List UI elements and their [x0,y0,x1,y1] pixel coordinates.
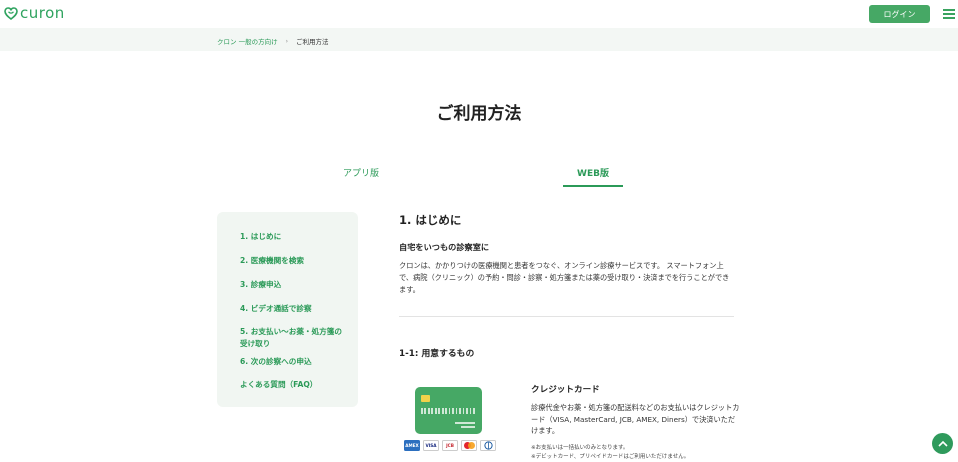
tab-web-version[interactable]: WEB版 [563,166,623,191]
card-line [455,422,475,424]
credit-card-illustration [415,387,482,434]
sidebar-item-next-visit[interactable]: 6. 次の診察への申込 [240,356,345,368]
payment-note-lump-sum: ※お支払いは一括払いのみとなります。 [531,445,629,451]
card-number-digits [421,408,475,414]
sidebar-item-apply[interactable]: 3. 診療申込 [240,279,345,291]
section2-title: 1-1: 用意するもの [399,349,475,359]
curon-logo[interactable]: curon [4,4,65,22]
section-subtitle: 自宅をいつもの診察室に [399,242,490,252]
heart-logo-icon [4,6,18,20]
breadcrumb-bar: クロン 一般の方向け › ご利用方法 [0,28,958,51]
diners-logo [480,440,496,451]
login-button[interactable]: ログイン [869,5,930,23]
sidebar-item-introduction[interactable]: 1. はじめに [240,231,345,243]
hamburger-menu-icon[interactable] [943,9,955,19]
breadcrumb: クロン 一般の方向け › ご利用方法 [217,36,329,47]
page-title: ご利用方法 [436,104,522,124]
credit-card-description: 診療代金やお薬・処方箋の配送料などのお支払いはクレジットカード（VISA, Ma… [531,403,740,435]
mastercard-logo [461,440,477,451]
amex-logo: AMEX [404,440,420,451]
payment-note-debit: ※デビットカード、プリペイドカードはご利用いただけません。 [531,454,690,460]
scroll-to-top-button[interactable] [932,433,953,454]
breadcrumb-link-home[interactable]: クロン 一般の方向け [217,36,278,46]
jcb-logo: JCB [442,440,458,451]
active-tab-underline [563,185,623,187]
sidebar-item-faq[interactable]: よくある質問（FAQ） [240,379,345,391]
intro-paragraph: クロンは、かかりつけの医療機関と患者をつなぐ、オンライン診療サービスです。 スマ… [399,261,730,294]
sidebar-item-video-call[interactable]: 4. ビデオ通話で診察 [240,303,345,315]
breadcrumb-current: ご利用方法 [295,38,329,46]
section-sidebar: 1. はじめに 2. 医療機関を検索 3. 診療申込 4. ビデオ通話で診察 5… [217,212,358,407]
section-divider [399,316,734,317]
tab-app-version[interactable]: アプリ版 [320,166,402,179]
site-header: curon ログイン [0,0,958,28]
logo-text: curon [20,4,65,22]
sidebar-item-search-clinic[interactable]: 2. 医療機関を検索 [240,255,345,267]
breadcrumb-separator: › [285,37,288,45]
sidebar-item-payment[interactable]: 5. お支払い〜お薬・処方箋の受け取り [240,326,345,350]
card-brand-logos: AMEX VISA JCB [404,440,496,451]
chevron-up-icon [937,440,948,447]
card-chip [421,395,430,402]
credit-card-title: クレジットカード [531,385,600,395]
visa-logo: VISA [423,440,439,451]
section-title: 1. はじめに [399,213,462,227]
card-line [461,426,475,428]
